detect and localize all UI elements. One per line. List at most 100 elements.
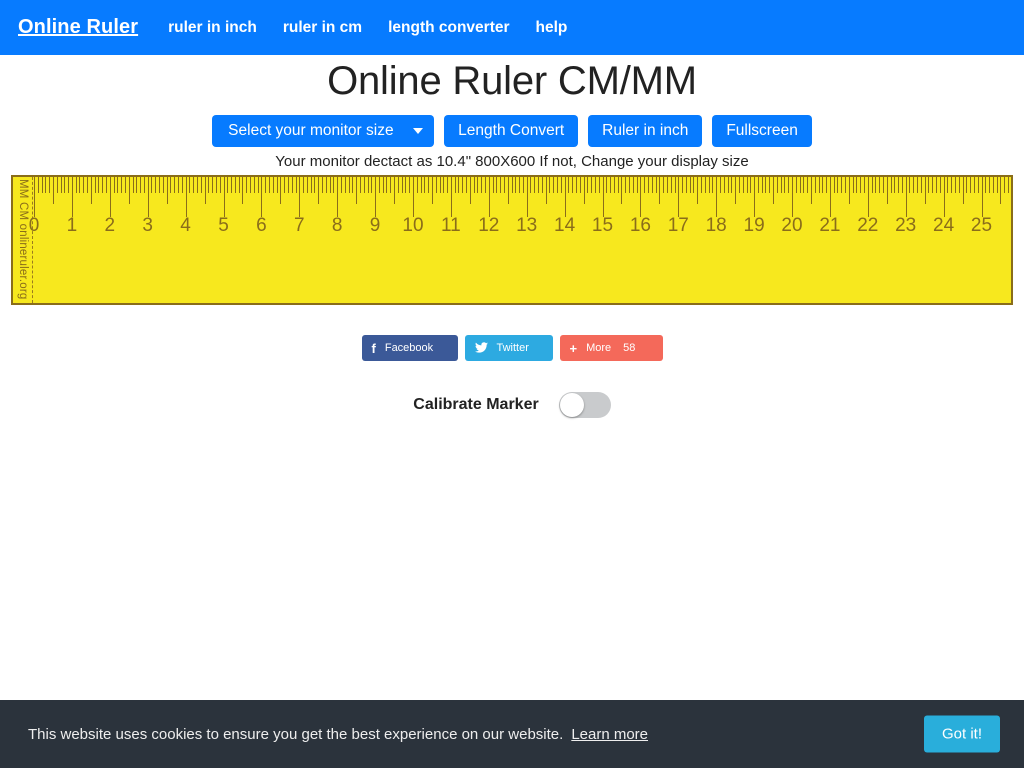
ruler-tick bbox=[579, 177, 581, 193]
length-convert-button[interactable]: Length Convert bbox=[444, 115, 579, 147]
ruler-tick bbox=[939, 177, 941, 193]
ruler-cm-label: 15 bbox=[591, 215, 614, 236]
ruler-tick bbox=[704, 177, 706, 193]
ruler-tick bbox=[234, 177, 236, 193]
cookie-consent-banner: This website uses cookies to ensure you … bbox=[0, 700, 1024, 768]
ruler-tick bbox=[185, 177, 187, 217]
ruler-tick bbox=[617, 177, 619, 193]
ruler-tick bbox=[810, 177, 812, 204]
ruler-tick bbox=[655, 177, 657, 193]
fullscreen-button[interactable]: Fullscreen bbox=[712, 115, 812, 147]
ruler-tick bbox=[807, 177, 809, 193]
cookie-accept-button[interactable]: Got it! bbox=[923, 715, 1000, 753]
ruler-tick bbox=[738, 177, 740, 193]
ruler-tick bbox=[568, 177, 570, 193]
ruler-cm[interactable]: MM CM onlineruler.org 0 1 2 3 4 5 6 7 8 9 10 11 12 13… bbox=[11, 175, 1013, 305]
calibrate-marker-toggle[interactable] bbox=[558, 392, 611, 418]
ruler-tick bbox=[136, 177, 138, 193]
ruler-cm-label: 21 bbox=[819, 215, 841, 236]
ruler-cm-label: 9 bbox=[369, 215, 381, 236]
nav-link-length-converter[interactable]: length converter bbox=[388, 19, 509, 37]
ruler-tick bbox=[621, 177, 623, 204]
ruler-tick bbox=[492, 177, 494, 193]
ruler-tick bbox=[826, 177, 828, 193]
ruler-tick bbox=[223, 177, 225, 217]
ruler-tick bbox=[591, 177, 593, 193]
ruler-tick bbox=[121, 177, 123, 193]
calibrate-marker-label: Calibrate Marker bbox=[413, 396, 539, 413]
ruler-tick bbox=[140, 177, 142, 193]
ruler-tick bbox=[348, 177, 350, 193]
ruler-tick bbox=[989, 177, 991, 193]
ruler-tick bbox=[189, 177, 191, 193]
ruler-tick bbox=[538, 177, 540, 193]
calibrate-marker-row: Calibrate Marker bbox=[0, 392, 1024, 418]
ruler-tick bbox=[488, 177, 490, 217]
ruler-tick bbox=[371, 177, 373, 193]
cookie-learn-more-link[interactable]: Learn more bbox=[571, 726, 648, 743]
ruler-tick bbox=[530, 177, 532, 193]
monitor-size-select[interactable]: Select your monitor size bbox=[212, 115, 435, 147]
ruler-tick bbox=[981, 177, 983, 217]
ruler-tick bbox=[822, 177, 824, 193]
ruler-tick bbox=[41, 177, 43, 193]
ruler-tick bbox=[583, 177, 585, 204]
ruler-cm-label: 12 bbox=[478, 215, 500, 236]
ruler-tick bbox=[462, 177, 464, 193]
nav-link-help[interactable]: help bbox=[536, 19, 568, 37]
ruler-tick bbox=[128, 177, 130, 204]
chevron-down-icon bbox=[413, 128, 424, 134]
site-brand-link[interactable]: Online Ruler bbox=[18, 16, 138, 39]
ruler-tick bbox=[659, 177, 661, 204]
ruler-tick bbox=[913, 177, 915, 193]
ruler-cm-label: 7 bbox=[294, 215, 305, 236]
ruler-tick bbox=[458, 177, 460, 193]
ruler-tick bbox=[833, 177, 835, 193]
ruler-tick bbox=[784, 177, 786, 193]
ruler-tick bbox=[549, 177, 551, 193]
ruler-tick bbox=[401, 177, 403, 193]
ruler-tick bbox=[227, 177, 229, 193]
share-twitter-button[interactable]: Twitter bbox=[464, 335, 553, 361]
ruler-tick bbox=[113, 177, 115, 193]
monitor-detect-note: Your monitor dectact as 10.4" 800X600 If… bbox=[275, 153, 749, 170]
ruler-tick bbox=[943, 177, 945, 217]
ruler-tick bbox=[519, 177, 521, 193]
ruler-tick bbox=[109, 177, 111, 217]
ruler-tick bbox=[898, 177, 900, 193]
ruler-tick bbox=[750, 177, 752, 193]
ruler-tick bbox=[485, 177, 486, 193]
ruler-tick bbox=[151, 177, 153, 193]
nav-links: ruler in inch ruler in cm length convert… bbox=[168, 19, 567, 37]
ruler-tick bbox=[742, 177, 744, 193]
ruler-tick bbox=[1012, 177, 1013, 193]
ruler-tick bbox=[469, 177, 471, 204]
nav-link-ruler-in-cm[interactable]: ruler in cm bbox=[283, 19, 362, 37]
ruler-tick bbox=[257, 177, 259, 193]
ruler-tick bbox=[181, 177, 183, 193]
ruler-tick bbox=[992, 177, 994, 193]
ruler-tick bbox=[306, 177, 308, 193]
ruler-cm-label: 10 bbox=[402, 215, 424, 236]
ruler-tick bbox=[473, 177, 475, 193]
ruler-cm-label: 24 bbox=[933, 215, 955, 236]
ruler-cm-label: 6 bbox=[256, 215, 267, 236]
ruler-in-inch-button[interactable]: Ruler in inch bbox=[588, 115, 703, 147]
ruler-tick bbox=[162, 177, 164, 193]
ruler-tick bbox=[776, 177, 778, 193]
ruler-tick bbox=[75, 177, 77, 193]
ruler-cm-label: 23 bbox=[895, 215, 917, 236]
ruler-tick bbox=[560, 177, 562, 193]
ruler-tick bbox=[670, 177, 672, 193]
ruler-tick bbox=[170, 177, 172, 193]
ruler-tick bbox=[314, 177, 316, 193]
ruler-tick bbox=[507, 177, 509, 204]
share-facebook-label: Facebook bbox=[384, 342, 434, 354]
share-facebook-button[interactable]: f Facebook bbox=[361, 335, 458, 361]
ruler-tick bbox=[515, 177, 517, 193]
share-more-button[interactable]: + More 58 bbox=[559, 335, 663, 361]
ruler-tick bbox=[852, 177, 854, 193]
ruler-tick bbox=[363, 177, 365, 193]
nav-link-ruler-in-inch[interactable]: ruler in inch bbox=[168, 19, 257, 37]
ruler-tick bbox=[962, 177, 964, 204]
